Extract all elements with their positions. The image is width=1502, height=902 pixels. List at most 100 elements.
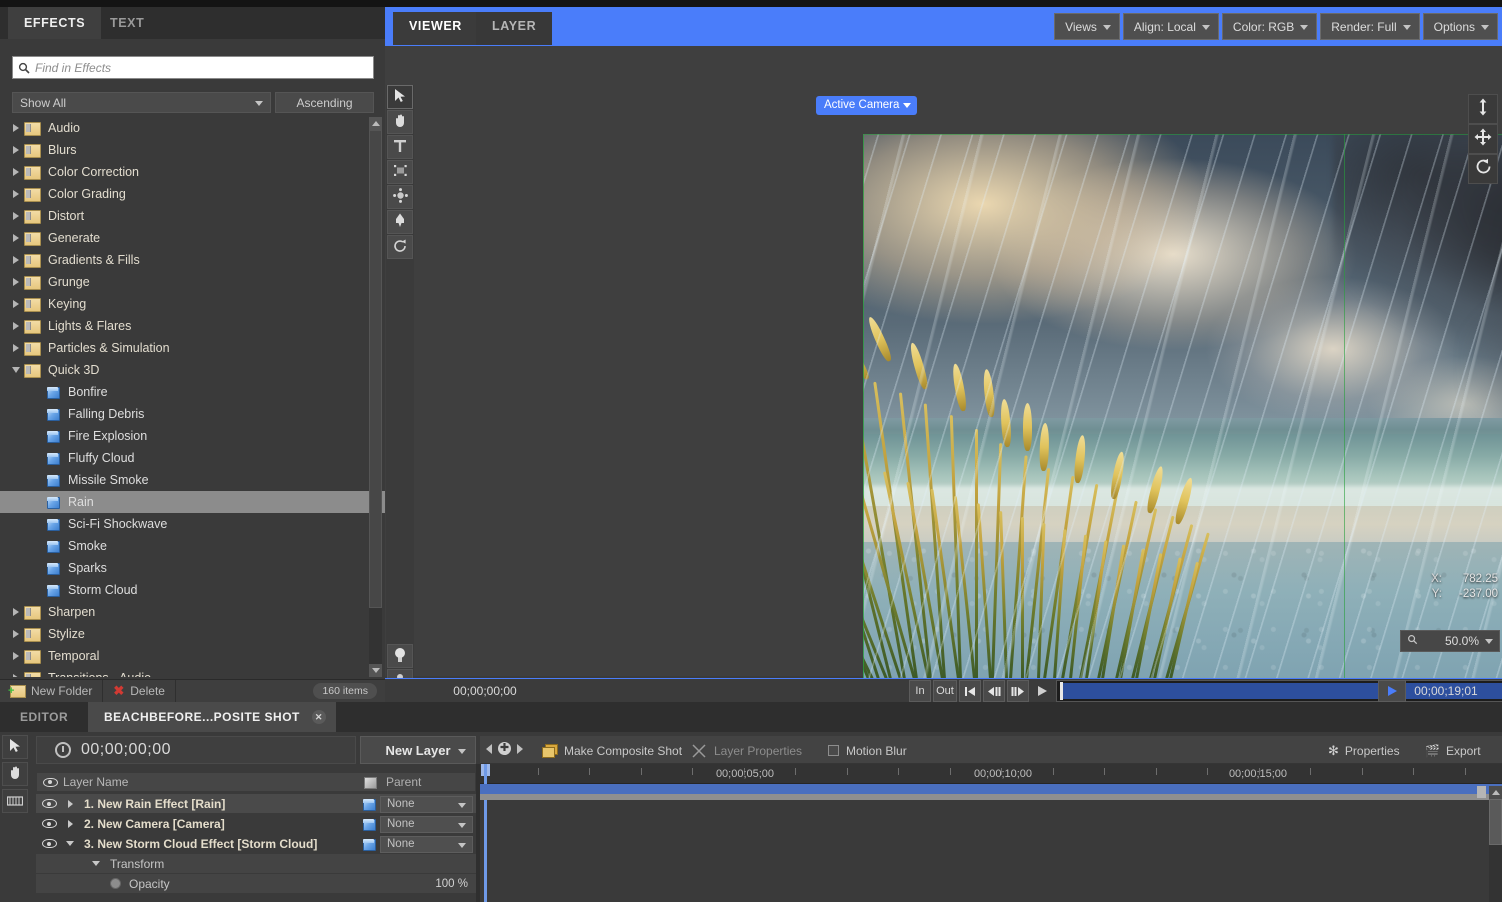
chevron-right-icon[interactable]: [8, 234, 24, 242]
chevron-down-icon[interactable]: [62, 841, 78, 846]
viewer-dropdown-color[interactable]: Color: RGB: [1222, 13, 1317, 40]
visibility-toggle-icon[interactable]: [36, 819, 62, 828]
timeline-ruler[interactable]: 00;00;05;0000;00;10;0000;00;15;00: [480, 764, 1502, 784]
keyframe-stopwatch-icon[interactable]: [110, 878, 121, 889]
viewer-tool-select[interactable]: [387, 85, 413, 109]
editor-tool-select[interactable]: [2, 735, 28, 759]
effects-tree-item-blurs[interactable]: Blurs: [0, 139, 385, 161]
effects-tree-item-fire-explosion[interactable]: Fire Explosion: [0, 425, 385, 447]
effects-tree-item-color-correction[interactable]: Color Correction: [0, 161, 385, 183]
viewer-tool-light[interactable]: [387, 644, 413, 668]
go-to-start-button[interactable]: [959, 680, 981, 702]
chevron-right-icon[interactable]: [8, 322, 24, 330]
timeline-clip-handle[interactable]: [1477, 786, 1486, 798]
chevron-right-icon[interactable]: [8, 256, 24, 264]
effects-tree-item-audio[interactable]: Audio: [0, 117, 385, 139]
chevron-right-icon[interactable]: [8, 190, 24, 198]
effects-tree-item-keying[interactable]: Keying: [0, 293, 385, 315]
effects-tree-item-missile-smoke[interactable]: Missile Smoke: [0, 469, 385, 491]
effects-tree-item-generate[interactable]: Generate: [0, 227, 385, 249]
timeline-track-band[interactable]: [480, 784, 1502, 794]
mark-out-button[interactable]: Out: [933, 680, 957, 702]
chevron-right-icon[interactable]: [8, 300, 24, 308]
parent-dropdown[interactable]: None: [380, 796, 473, 813]
effects-tree-item-gradients-fills[interactable]: Gradients & Fills: [0, 249, 385, 271]
editor-vertical-scrollbar[interactable]: [1489, 786, 1502, 902]
step-forward-button[interactable]: [1007, 680, 1029, 702]
sort-ascending-button[interactable]: Ascending: [275, 92, 374, 113]
effects-tree-item-particles-simulation[interactable]: Particles & Simulation: [0, 337, 385, 359]
viewer-tool-transform[interactable]: [387, 185, 413, 209]
chevron-right-icon[interactable]: [62, 820, 78, 828]
make-composite-shot-button[interactable]: Make Composite Shot: [542, 741, 682, 760]
chevron-right-icon[interactable]: [8, 168, 24, 176]
mark-in-button[interactable]: In: [909, 680, 931, 702]
scroll-up-button[interactable]: [369, 117, 382, 130]
viewer-dropdown-render[interactable]: Render: Full: [1320, 13, 1419, 40]
viewer-tool-rotate[interactable]: [1468, 154, 1498, 184]
property-value[interactable]: 100 %: [435, 878, 468, 890]
editor-tool-pan[interactable]: [2, 762, 28, 786]
chevron-right-icon[interactable]: [8, 652, 24, 660]
export-button[interactable]: 🎬 Export: [1425, 741, 1481, 760]
effects-tree-item-sci-fi-shockwave[interactable]: Sci-Fi Shockwave: [0, 513, 385, 535]
chevron-right-icon[interactable]: [62, 800, 78, 808]
effects-search-box[interactable]: [12, 56, 374, 79]
chevron-down-icon[interactable]: [8, 367, 24, 373]
viewer-tool-vertical-move[interactable]: [1468, 94, 1498, 124]
composite-preview[interactable]: [863, 134, 1502, 679]
effects-tree-scrollbar[interactable]: [369, 117, 382, 677]
effects-tree-item-bonfire[interactable]: Bonfire: [0, 381, 385, 403]
scrubber-playhead[interactable]: [1060, 682, 1063, 700]
property-row[interactable]: Transform: [36, 854, 476, 874]
prev-keyframe-icon[interactable]: [486, 744, 492, 754]
chevron-right-icon[interactable]: [8, 146, 24, 154]
search-input[interactable]: [35, 61, 373, 75]
scroll-up-button[interactable]: [1489, 786, 1502, 799]
tab-effects[interactable]: EFFECTS: [8, 7, 101, 39]
effects-tree-item-transitions-audio[interactable]: Transitions - Audio: [0, 667, 385, 677]
viewer-tool-pen[interactable]: [387, 210, 413, 234]
timeline-track-band-secondary[interactable]: [480, 794, 1502, 800]
play-button[interactable]: [1031, 680, 1053, 702]
new-layer-button[interactable]: New Layer: [360, 736, 476, 764]
effects-tree-item-grunge[interactable]: Grunge: [0, 271, 385, 293]
effects-tree-item-rain[interactable]: Rain: [0, 491, 385, 513]
effects-tree-item-temporal[interactable]: Temporal: [0, 645, 385, 667]
show-all-dropdown[interactable]: Show All: [12, 92, 271, 113]
editor-tool-razor[interactable]: [2, 789, 28, 813]
next-keyframe-icon[interactable]: [517, 744, 523, 754]
effects-tree-item-quick-3d[interactable]: Quick 3D: [0, 359, 385, 381]
tab-viewer[interactable]: VIEWER: [393, 12, 478, 45]
chevron-right-icon[interactable]: [8, 630, 24, 638]
chevron-right-icon[interactable]: [8, 212, 24, 220]
chevron-right-icon[interactable]: [8, 608, 24, 616]
parent-dropdown[interactable]: None: [380, 816, 473, 833]
visibility-toggle-icon[interactable]: [36, 839, 62, 848]
viewer-tool-move[interactable]: [1468, 124, 1498, 154]
scrollbar-thumb[interactable]: [369, 130, 382, 608]
effects-tree-item-fluffy-cloud[interactable]: Fluffy Cloud: [0, 447, 385, 469]
chevron-right-icon[interactable]: [8, 344, 24, 352]
viewer-tool-pan[interactable]: [387, 110, 413, 134]
properties-button[interactable]: ✻ Properties: [1328, 741, 1400, 760]
tab-layer[interactable]: LAYER: [476, 12, 552, 45]
effects-tree-item-lights-flares[interactable]: Lights & Flares: [0, 315, 385, 337]
new-folder-button[interactable]: New Folder: [0, 680, 103, 703]
close-icon[interactable]: ✕: [312, 710, 326, 724]
effects-tree-item-falling-debris[interactable]: Falling Debris: [0, 403, 385, 425]
tab-editor[interactable]: EDITOR: [4, 702, 84, 732]
chevron-right-icon[interactable]: [8, 124, 24, 132]
viewer-tool-text[interactable]: [387, 135, 413, 159]
editor-timecode-field[interactable]: 00;00;00;00: [36, 736, 356, 764]
viewer-dropdown-align[interactable]: Align: Local: [1123, 13, 1219, 40]
chevron-right-icon[interactable]: [8, 674, 24, 677]
tab-composite-shot[interactable]: BEACHBEFORE...POSITE SHOT ✕: [88, 702, 336, 732]
viewer-dropdown-views[interactable]: Views: [1054, 13, 1120, 40]
effects-tree-item-distort[interactable]: Distort: [0, 205, 385, 227]
tab-text[interactable]: TEXT: [94, 7, 160, 39]
viewer-tool-orbit[interactable]: [387, 235, 413, 259]
viewer-tool-mask[interactable]: [387, 160, 413, 184]
property-row[interactable]: Opacity100 %: [36, 874, 476, 894]
visibility-toggle-icon[interactable]: [36, 799, 62, 808]
